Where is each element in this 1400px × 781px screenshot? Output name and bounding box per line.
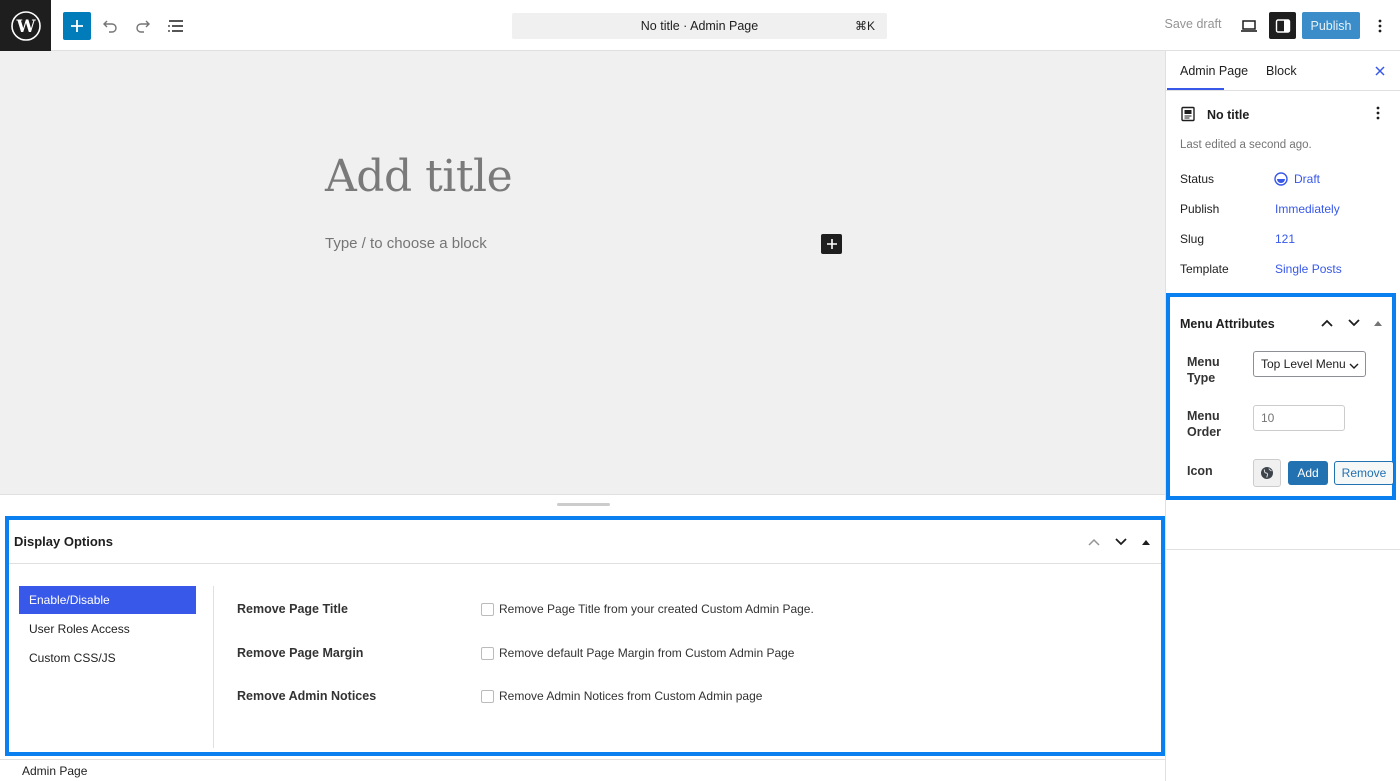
menu-attributes-panel: Menu Attributes Menu Type Top Level Menu… [1166, 293, 1396, 500]
save-draft-button[interactable]: Save draft [1160, 17, 1226, 31]
prop-key: Template [1180, 262, 1229, 276]
resize-grip[interactable] [557, 503, 610, 506]
redo-icon[interactable] [129, 12, 157, 40]
chevron-down-icon [1349, 357, 1359, 381]
active-tab-indicator [1167, 88, 1224, 90]
tab-block[interactable]: Block [1266, 64, 1297, 78]
menu-type-value: Top Level Menu [1261, 357, 1346, 371]
post-actions-icon[interactable] [1376, 106, 1380, 123]
collapse-toggle-icon[interactable] [1136, 532, 1156, 552]
prop-publish: Publish Immediately [1180, 202, 1390, 220]
remove-page-title-checkbox[interactable] [481, 603, 494, 616]
template-button[interactable]: Single Posts [1275, 262, 1342, 276]
sidebar-tabs: Admin Page Block [1166, 51, 1400, 91]
move-down-icon[interactable] [1345, 314, 1363, 332]
remove-page-margin-checkbox[interactable] [481, 647, 494, 660]
prop-template: Template Single Posts [1180, 262, 1390, 280]
publish-button[interactable]: Publish [1302, 12, 1360, 39]
post-title: No title [1207, 108, 1250, 122]
settings-sidebar-icon[interactable] [1269, 12, 1296, 39]
menu-type-select[interactable]: Top Level Menu [1253, 351, 1366, 377]
breadcrumb-item[interactable]: Admin Page [22, 764, 87, 778]
option-label: Remove Admin Notices [237, 689, 377, 703]
post-summary: No title [1180, 106, 1390, 126]
menu-order-label: Menu Order [1187, 409, 1222, 439]
tab-custom-css-js[interactable]: Custom CSS/JS [19, 644, 196, 672]
prop-status: Status Draft [1180, 172, 1390, 190]
editor-canvas: Add title Type / to choose a block [0, 51, 1165, 494]
option-label: Remove Page Title [237, 602, 348, 616]
command-bar-title: No title · Admin Page [640, 19, 759, 33]
block-breadcrumb: Admin Page [0, 759, 1165, 781]
tab-admin-page[interactable]: Admin Page [1180, 64, 1248, 78]
display-options-tabs: Enable/Disable User Roles Access Custom … [19, 586, 196, 673]
display-options-panel: Display Options Enable/Disable User Role… [5, 516, 1165, 756]
menu-order-input[interactable]: 10 [1253, 405, 1345, 431]
undo-icon[interactable] [96, 12, 124, 40]
display-options-title: Display Options [14, 534, 113, 549]
option-description: Remove default Page Margin from Custom A… [499, 646, 795, 660]
sidebar-divider [1166, 549, 1400, 550]
remove-admin-notices-checkbox[interactable] [481, 690, 494, 703]
page-icon [1180, 106, 1197, 126]
display-options-header: Display Options [9, 520, 1161, 564]
last-edited: Last edited a second ago. [1180, 139, 1312, 151]
slug-button[interactable]: 121 [1275, 232, 1295, 246]
tab-user-roles-access[interactable]: User Roles Access [19, 615, 196, 643]
option-description: Remove Page Title from your created Cust… [499, 602, 814, 616]
add-icon-button[interactable]: Add [1288, 461, 1328, 485]
option-row-remove-admin-notices: Remove Admin Notices Remove Admin Notice… [237, 687, 1137, 707]
inline-add-block-icon[interactable] [821, 234, 842, 254]
move-up-icon[interactable] [1084, 532, 1104, 552]
option-row-remove-page-margin: Remove Page Margin Remove default Page M… [237, 644, 1137, 664]
post-title-input[interactable]: Add title [325, 151, 513, 202]
move-up-icon[interactable] [1318, 314, 1336, 332]
prop-key: Slug [1180, 232, 1205, 246]
block-placeholder[interactable]: Type / to choose a block [325, 235, 487, 252]
tabs-divider [213, 586, 214, 748]
option-label: Remove Page Margin [237, 646, 364, 660]
add-block-icon[interactable] [63, 12, 91, 40]
option-description: Remove Admin Notices from Custom Admin p… [499, 689, 763, 703]
options-menu-icon[interactable] [1366, 12, 1394, 40]
prop-key: Publish [1180, 202, 1220, 216]
close-icon[interactable] [1372, 63, 1388, 79]
meta-box-resize-handle[interactable] [0, 494, 1165, 515]
command-shortcut: ⌘K [854, 19, 875, 33]
icon-label: Icon [1187, 464, 1213, 478]
collapse-toggle-icon[interactable] [1369, 314, 1387, 332]
wordpress-logo-icon[interactable]: W [0, 0, 51, 51]
option-row-remove-page-title: Remove Page Title Remove Page Title from… [237, 600, 1137, 620]
publish-date-button[interactable]: Immediately [1275, 202, 1340, 216]
menu-type-label: Menu Type [1187, 355, 1220, 385]
menu-icon-preview [1253, 459, 1281, 487]
preview-icon[interactable] [1235, 12, 1263, 40]
svg-text:W: W [15, 17, 36, 37]
prop-key: Status [1180, 172, 1215, 186]
remove-icon-button[interactable]: Remove [1334, 461, 1394, 485]
editor-header: W No title · Admin Page ⌘K Save draft Pu… [0, 0, 1400, 51]
prop-slug: Slug 121 [1180, 232, 1390, 250]
command-palette-button[interactable]: No title · Admin Page ⌘K [512, 13, 887, 39]
document-overview-icon[interactable] [162, 12, 190, 40]
draft-status-icon [1274, 172, 1288, 189]
menu-attributes-title: Menu Attributes [1180, 317, 1275, 331]
tab-enable-disable[interactable]: Enable/Disable [19, 586, 196, 614]
move-down-icon[interactable] [1111, 532, 1131, 552]
status-draft-button[interactable]: Draft [1294, 172, 1320, 186]
